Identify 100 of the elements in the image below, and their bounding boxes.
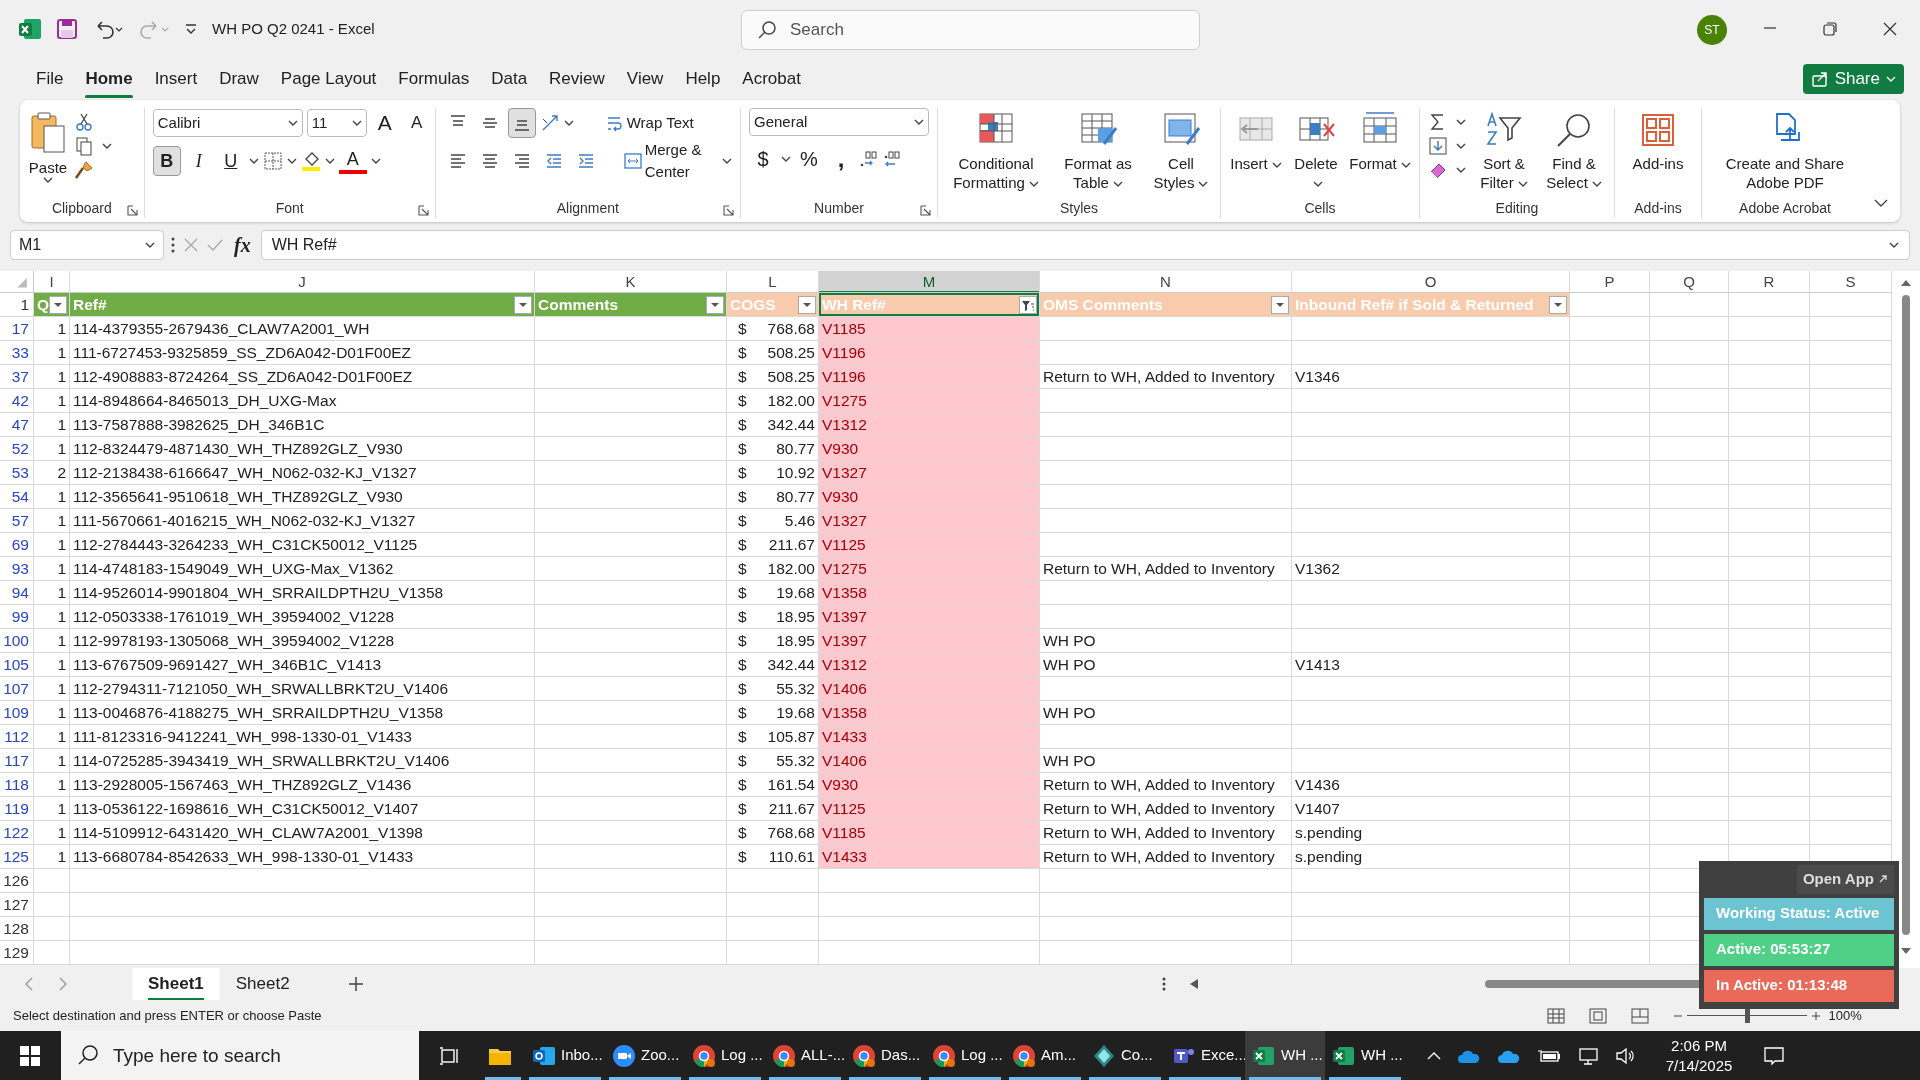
row-number[interactable]: 119 xyxy=(0,797,33,820)
column-header[interactable]: O xyxy=(1292,271,1569,292)
row-number[interactable]: 37 xyxy=(0,365,33,388)
row-number[interactable]: 93 xyxy=(0,557,33,580)
vertical-align-button[interactable] xyxy=(507,108,536,138)
number-format-field[interactable]: General xyxy=(749,108,929,136)
row-number[interactable]: 112 xyxy=(0,725,33,748)
taskbar-app[interactable]: Log ... xyxy=(925,1031,1005,1080)
row-number[interactable]: 53 xyxy=(0,461,33,484)
filter-button[interactable] xyxy=(798,295,816,314)
close-icon[interactable] xyxy=(1881,20,1899,38)
zoom-slider[interactable] xyxy=(1686,1008,1807,1023)
sheet-tab[interactable]: Sheet2 xyxy=(219,968,306,1000)
increase-decimal-icon[interactable] xyxy=(859,149,879,169)
row-number[interactable]: 54 xyxy=(0,485,33,508)
avatar[interactable]: ST xyxy=(1697,15,1727,45)
name-box[interactable]: M1 xyxy=(10,230,164,260)
launcher-icon[interactable] xyxy=(920,205,931,216)
row-number[interactable]: 125 xyxy=(0,845,33,868)
grow-font-button[interactable]: A xyxy=(370,108,399,138)
menu-tab[interactable]: Home xyxy=(74,60,144,98)
ribbon-button[interactable]: Conditional Formatting xyxy=(946,108,1046,192)
column-header[interactable]: S xyxy=(1810,271,1891,292)
page-break-icon[interactable] xyxy=(1630,1007,1649,1024)
row-number[interactable]: 33 xyxy=(0,341,33,364)
notification-icon[interactable] xyxy=(1763,1044,1785,1067)
filter-button[interactable] xyxy=(514,295,532,314)
shrink-font-button[interactable]: A xyxy=(402,108,431,138)
ribbon-button[interactable]: Format xyxy=(1349,108,1411,173)
row-number[interactable]: 107 xyxy=(0,677,33,700)
ribbon-button[interactable]: Add-ins xyxy=(1623,108,1693,173)
insert-function-button[interactable]: fx xyxy=(230,230,255,260)
paintbrush-icon[interactable] xyxy=(74,160,94,180)
filter-button[interactable] xyxy=(706,295,724,314)
ribbon-button[interactable]: Format as Table xyxy=(1052,108,1144,192)
column-header[interactable]: K xyxy=(535,271,726,292)
row-number[interactable]: 42 xyxy=(0,389,33,412)
menu-tab[interactable]: View xyxy=(615,60,675,98)
battery-icon[interactable] xyxy=(1537,1048,1561,1063)
font-size-field[interactable]: 11 xyxy=(306,109,367,137)
taskbar-app[interactable]: Exce... xyxy=(1165,1031,1245,1080)
row-number[interactable]: 126 xyxy=(0,869,33,892)
add-sheet-icon[interactable] xyxy=(347,976,364,992)
clock-date[interactable]: 7/14/2025 xyxy=(1653,1055,1745,1076)
wrap-text-button[interactable]: Wrap Text xyxy=(601,108,697,138)
launcher-icon[interactable] xyxy=(417,205,429,216)
search-field[interactable]: Search xyxy=(741,10,1200,50)
fill-down-icon[interactable] xyxy=(1428,136,1448,156)
taskbar-app[interactable]: Log ... xyxy=(685,1031,765,1080)
column-header[interactable]: M xyxy=(819,271,1039,292)
menu-tab[interactable]: Help xyxy=(674,60,732,98)
windows-start-icon[interactable] xyxy=(20,1045,40,1066)
row-number[interactable]: 122 xyxy=(0,821,33,844)
taskbar-app[interactable]: Zoo... xyxy=(605,1031,685,1080)
normal-view-icon[interactable] xyxy=(1546,1007,1565,1024)
ribbon-button[interactable]: Cell Styles xyxy=(1150,108,1212,192)
chevron-up-icon[interactable] xyxy=(1427,1050,1441,1061)
row-number[interactable]: 117 xyxy=(0,749,33,772)
formula-field[interactable]: WH Ref# xyxy=(260,230,1910,260)
ribbon-button[interactable]: Insert xyxy=(1229,108,1283,173)
scroll-left-icon[interactable] xyxy=(1188,978,1199,990)
filter-button[interactable] xyxy=(1549,295,1567,314)
more-options-icon[interactable] xyxy=(170,236,176,254)
font-name-field[interactable]: Calibri xyxy=(152,109,303,137)
row-number[interactable]: 100 xyxy=(0,629,33,652)
sheet-tab[interactable]: Sheet1 xyxy=(132,968,220,1000)
filter-button[interactable] xyxy=(1271,295,1289,314)
ribbon-button[interactable]: Sort & Filter xyxy=(1472,108,1536,192)
filter-button[interactable] xyxy=(49,295,67,314)
menu-tab[interactable]: Draw xyxy=(208,60,270,98)
row-number[interactable]: 57 xyxy=(0,509,33,532)
save-icon[interactable] xyxy=(56,18,78,40)
scissors-icon[interactable] xyxy=(74,112,94,132)
copy-icon[interactable] xyxy=(74,136,94,156)
task-view-icon[interactable] xyxy=(439,1045,461,1066)
row-number[interactable]: 129 xyxy=(0,941,33,964)
launcher-icon[interactable] xyxy=(126,205,138,216)
number-style-button[interactable]: % xyxy=(795,144,823,174)
column-header[interactable]: P xyxy=(1570,271,1649,292)
taskbar-app[interactable]: Am... xyxy=(1005,1031,1085,1080)
menu-tab[interactable]: Insert xyxy=(143,60,209,98)
ribbon-button[interactable]: Delete xyxy=(1289,108,1343,192)
menu-tab[interactable]: Page Layout xyxy=(269,60,388,98)
column-header[interactable]: N xyxy=(1040,271,1291,292)
menu-tab[interactable]: Review xyxy=(538,60,616,98)
speaker-icon[interactable] xyxy=(1615,1045,1637,1066)
row-number[interactable]: 109 xyxy=(0,701,33,724)
page-layout-icon[interactable] xyxy=(1588,1007,1607,1024)
fill-color-icon[interactable] xyxy=(300,151,321,171)
font-color-button[interactable]: A xyxy=(338,148,367,174)
decrease-decimal-icon[interactable] xyxy=(883,149,903,169)
number-style-button[interactable]: , xyxy=(827,144,855,174)
ribbon-button[interactable]: Create and Share Adobe PDF xyxy=(1710,108,1860,192)
scroll-up-icon[interactable] xyxy=(1900,279,1912,287)
row-number[interactable]: 17 xyxy=(0,317,33,340)
clock-time[interactable]: 2:06 PM xyxy=(1653,1035,1745,1056)
column-header[interactable]: I xyxy=(34,271,69,292)
launcher-icon[interactable] xyxy=(723,205,734,216)
row-number[interactable]: 127 xyxy=(0,893,33,916)
collapse-ribbon-icon[interactable] xyxy=(1874,198,1888,208)
